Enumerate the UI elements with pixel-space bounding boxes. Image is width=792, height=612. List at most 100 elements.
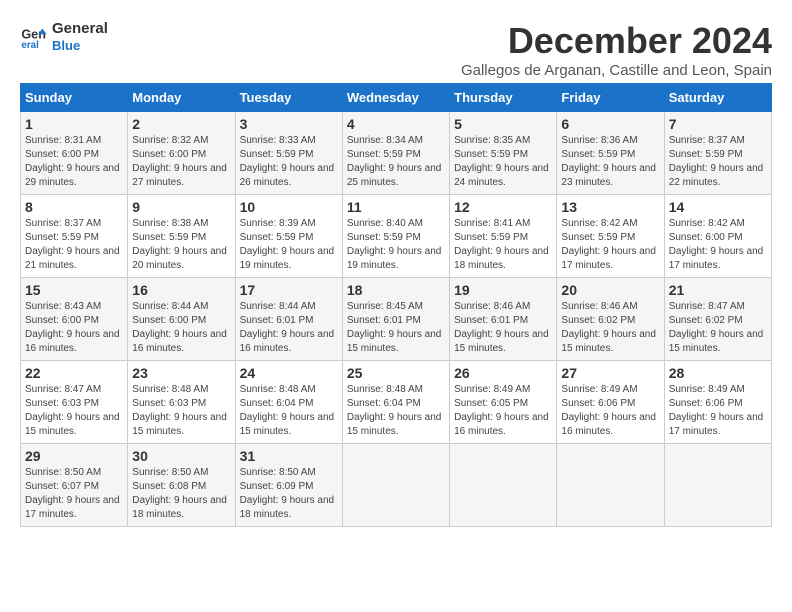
day-number: 9 [132,199,230,215]
day-info: Sunrise: 8:47 AMSunset: 6:02 PMDaylight:… [669,300,767,356]
day-info: Sunrise: 8:49 AMSunset: 6:06 PMDaylight:… [561,383,659,439]
calendar-cell: 23 Sunrise: 8:48 AMSunset: 6:03 PMDaylig… [128,361,235,444]
logo-text: General Blue [52,20,108,54]
calendar-cell: 10 Sunrise: 8:39 AMSunset: 5:59 PMDaylig… [235,195,342,278]
day-number: 23 [132,365,230,381]
day-number: 2 [132,116,230,132]
day-number: 14 [669,199,767,215]
calendar-cell: 6 Sunrise: 8:36 AMSunset: 5:59 PMDayligh… [557,112,664,195]
day-number: 26 [454,365,552,381]
day-number: 16 [132,282,230,298]
day-number: 21 [669,282,767,298]
calendar-cell: 15 Sunrise: 8:43 AMSunset: 6:00 PMDaylig… [21,278,128,361]
day-info: Sunrise: 8:50 AMSunset: 6:07 PMDaylight:… [25,466,123,522]
calendar-week-1: 1 Sunrise: 8:31 AMSunset: 6:00 PMDayligh… [21,112,772,195]
header: Gen eral General Blue December 2024 Gall… [20,20,772,79]
day-info: Sunrise: 8:31 AMSunset: 6:00 PMDaylight:… [25,134,123,190]
title-area: December 2024 Gallegos de Arganan, Casti… [461,20,772,79]
day-number: 4 [347,116,445,132]
calendar-cell: 22 Sunrise: 8:47 AMSunset: 6:03 PMDaylig… [21,361,128,444]
day-info: Sunrise: 8:37 AMSunset: 5:59 PMDaylight:… [669,134,767,190]
day-info: Sunrise: 8:48 AMSunset: 6:04 PMDaylight:… [347,383,445,439]
calendar-cell: 29 Sunrise: 8:50 AMSunset: 6:07 PMDaylig… [21,444,128,527]
day-info: Sunrise: 8:37 AMSunset: 5:59 PMDaylight:… [25,217,123,273]
day-info: Sunrise: 8:36 AMSunset: 5:59 PMDaylight:… [561,134,659,190]
calendar-cell: 16 Sunrise: 8:44 AMSunset: 6:00 PMDaylig… [128,278,235,361]
calendar-cell: 25 Sunrise: 8:48 AMSunset: 6:04 PMDaylig… [342,361,449,444]
day-info: Sunrise: 8:48 AMSunset: 6:03 PMDaylight:… [132,383,230,439]
day-info: Sunrise: 8:42 AMSunset: 5:59 PMDaylight:… [561,217,659,273]
day-info: Sunrise: 8:32 AMSunset: 6:00 PMDaylight:… [132,134,230,190]
calendar-cell [342,444,449,527]
day-number: 11 [347,199,445,215]
weekday-header-monday: Monday [128,84,235,112]
weekday-header-saturday: Saturday [664,84,771,112]
day-number: 22 [25,365,123,381]
day-number: 29 [25,448,123,464]
calendar-cell: 7 Sunrise: 8:37 AMSunset: 5:59 PMDayligh… [664,112,771,195]
day-info: Sunrise: 8:46 AMSunset: 6:01 PMDaylight:… [454,300,552,356]
logo: Gen eral General Blue [20,20,108,54]
calendar-cell: 18 Sunrise: 8:45 AMSunset: 6:01 PMDaylig… [342,278,449,361]
weekday-header-thursday: Thursday [450,84,557,112]
calendar-cell: 13 Sunrise: 8:42 AMSunset: 5:59 PMDaylig… [557,195,664,278]
day-number: 5 [454,116,552,132]
calendar-cell [450,444,557,527]
calendar-cell: 8 Sunrise: 8:37 AMSunset: 5:59 PMDayligh… [21,195,128,278]
day-number: 15 [25,282,123,298]
weekday-header-row: SundayMondayTuesdayWednesdayThursdayFrid… [21,84,772,112]
calendar-cell: 20 Sunrise: 8:46 AMSunset: 6:02 PMDaylig… [557,278,664,361]
day-info: Sunrise: 8:35 AMSunset: 5:59 PMDaylight:… [454,134,552,190]
svg-text:eral: eral [21,40,39,51]
day-info: Sunrise: 8:50 AMSunset: 6:09 PMDaylight:… [240,466,338,522]
day-info: Sunrise: 8:45 AMSunset: 6:01 PMDaylight:… [347,300,445,356]
day-number: 24 [240,365,338,381]
day-info: Sunrise: 8:39 AMSunset: 5:59 PMDaylight:… [240,217,338,273]
calendar-cell: 28 Sunrise: 8:49 AMSunset: 6:06 PMDaylig… [664,361,771,444]
calendar-cell: 1 Sunrise: 8:31 AMSunset: 6:00 PMDayligh… [21,112,128,195]
day-info: Sunrise: 8:50 AMSunset: 6:08 PMDaylight:… [132,466,230,522]
calendar-cell: 4 Sunrise: 8:34 AMSunset: 5:59 PMDayligh… [342,112,449,195]
weekday-header-friday: Friday [557,84,664,112]
day-number: 18 [347,282,445,298]
calendar-cell: 2 Sunrise: 8:32 AMSunset: 6:00 PMDayligh… [128,112,235,195]
calendar-cell: 11 Sunrise: 8:40 AMSunset: 5:59 PMDaylig… [342,195,449,278]
day-info: Sunrise: 8:42 AMSunset: 6:00 PMDaylight:… [669,217,767,273]
day-info: Sunrise: 8:43 AMSunset: 6:00 PMDaylight:… [25,300,123,356]
calendar-cell: 21 Sunrise: 8:47 AMSunset: 6:02 PMDaylig… [664,278,771,361]
day-number: 30 [132,448,230,464]
calendar-week-5: 29 Sunrise: 8:50 AMSunset: 6:07 PMDaylig… [21,444,772,527]
day-info: Sunrise: 8:44 AMSunset: 6:00 PMDaylight:… [132,300,230,356]
day-number: 1 [25,116,123,132]
day-number: 8 [25,199,123,215]
day-info: Sunrise: 8:48 AMSunset: 6:04 PMDaylight:… [240,383,338,439]
calendar-cell [664,444,771,527]
calendar-cell: 3 Sunrise: 8:33 AMSunset: 5:59 PMDayligh… [235,112,342,195]
calendar-cell: 14 Sunrise: 8:42 AMSunset: 6:00 PMDaylig… [664,195,771,278]
day-number: 10 [240,199,338,215]
day-info: Sunrise: 8:40 AMSunset: 5:59 PMDaylight:… [347,217,445,273]
day-number: 27 [561,365,659,381]
day-number: 17 [240,282,338,298]
calendar-cell: 5 Sunrise: 8:35 AMSunset: 5:59 PMDayligh… [450,112,557,195]
day-info: Sunrise: 8:49 AMSunset: 6:06 PMDaylight:… [669,383,767,439]
calendar-cell: 31 Sunrise: 8:50 AMSunset: 6:09 PMDaylig… [235,444,342,527]
day-number: 7 [669,116,767,132]
calendar-cell: 26 Sunrise: 8:49 AMSunset: 6:05 PMDaylig… [450,361,557,444]
day-info: Sunrise: 8:41 AMSunset: 5:59 PMDaylight:… [454,217,552,273]
calendar-cell: 19 Sunrise: 8:46 AMSunset: 6:01 PMDaylig… [450,278,557,361]
day-number: 19 [454,282,552,298]
day-number: 20 [561,282,659,298]
calendar-week-4: 22 Sunrise: 8:47 AMSunset: 6:03 PMDaylig… [21,361,772,444]
day-number: 3 [240,116,338,132]
calendar-week-2: 8 Sunrise: 8:37 AMSunset: 5:59 PMDayligh… [21,195,772,278]
calendar-cell: 30 Sunrise: 8:50 AMSunset: 6:08 PMDaylig… [128,444,235,527]
day-info: Sunrise: 8:33 AMSunset: 5:59 PMDaylight:… [240,134,338,190]
calendar-week-3: 15 Sunrise: 8:43 AMSunset: 6:00 PMDaylig… [21,278,772,361]
calendar-cell: 17 Sunrise: 8:44 AMSunset: 6:01 PMDaylig… [235,278,342,361]
day-number: 31 [240,448,338,464]
day-info: Sunrise: 8:47 AMSunset: 6:03 PMDaylight:… [25,383,123,439]
day-number: 28 [669,365,767,381]
calendar-cell: 24 Sunrise: 8:48 AMSunset: 6:04 PMDaylig… [235,361,342,444]
subtitle: Gallegos de Arganan, Castille and Leon, … [461,62,772,79]
